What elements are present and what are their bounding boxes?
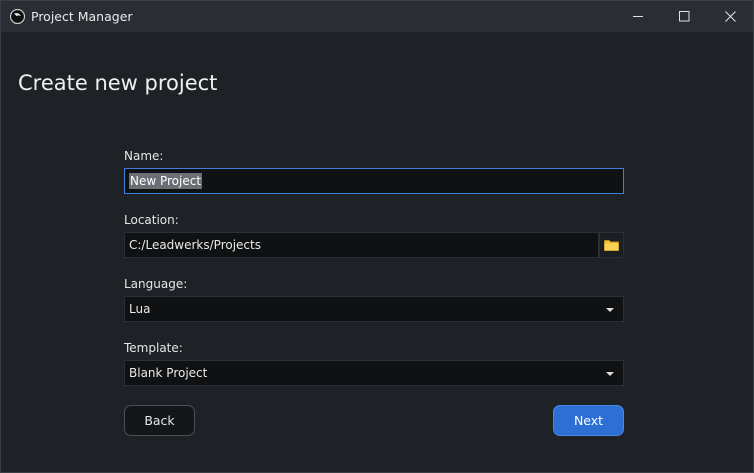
- name-field[interactable]: New Project: [124, 168, 624, 194]
- next-button[interactable]: Next: [553, 405, 624, 436]
- chevron-down-icon: [606, 372, 614, 376]
- title-bar[interactable]: Project Manager: [1, 1, 753, 32]
- close-button[interactable]: [707, 1, 753, 32]
- folder-icon: [604, 236, 619, 255]
- name-label: Name:: [124, 149, 164, 163]
- location-field[interactable]: C:/Leadwerks/Projects: [124, 232, 599, 258]
- chevron-down-icon: [606, 308, 614, 312]
- language-label: Language:: [124, 277, 188, 291]
- minimize-icon: [632, 7, 644, 26]
- maximize-icon: [678, 7, 690, 26]
- back-button[interactable]: Back: [124, 405, 195, 436]
- browse-location-button[interactable]: [599, 232, 624, 258]
- location-field-value: C:/Leadwerks/Projects: [129, 238, 261, 252]
- close-icon: [724, 7, 736, 26]
- location-label: Location:: [124, 213, 179, 227]
- maximize-button[interactable]: [661, 1, 707, 32]
- window-title: Project Manager: [31, 9, 133, 24]
- language-select[interactable]: Lua: [124, 296, 624, 322]
- leadwerks-logo-icon: [9, 8, 26, 25]
- template-select[interactable]: Blank Project: [124, 360, 624, 386]
- page-title: Create new project: [18, 71, 218, 95]
- name-field-value: New Project: [129, 173, 203, 189]
- template-label: Template:: [124, 341, 183, 355]
- language-select-value: Lua: [129, 302, 151, 316]
- template-select-value: Blank Project: [129, 366, 208, 380]
- minimize-button[interactable]: [615, 1, 661, 32]
- project-manager-window: Project Manager Create new project Name:…: [0, 0, 754, 473]
